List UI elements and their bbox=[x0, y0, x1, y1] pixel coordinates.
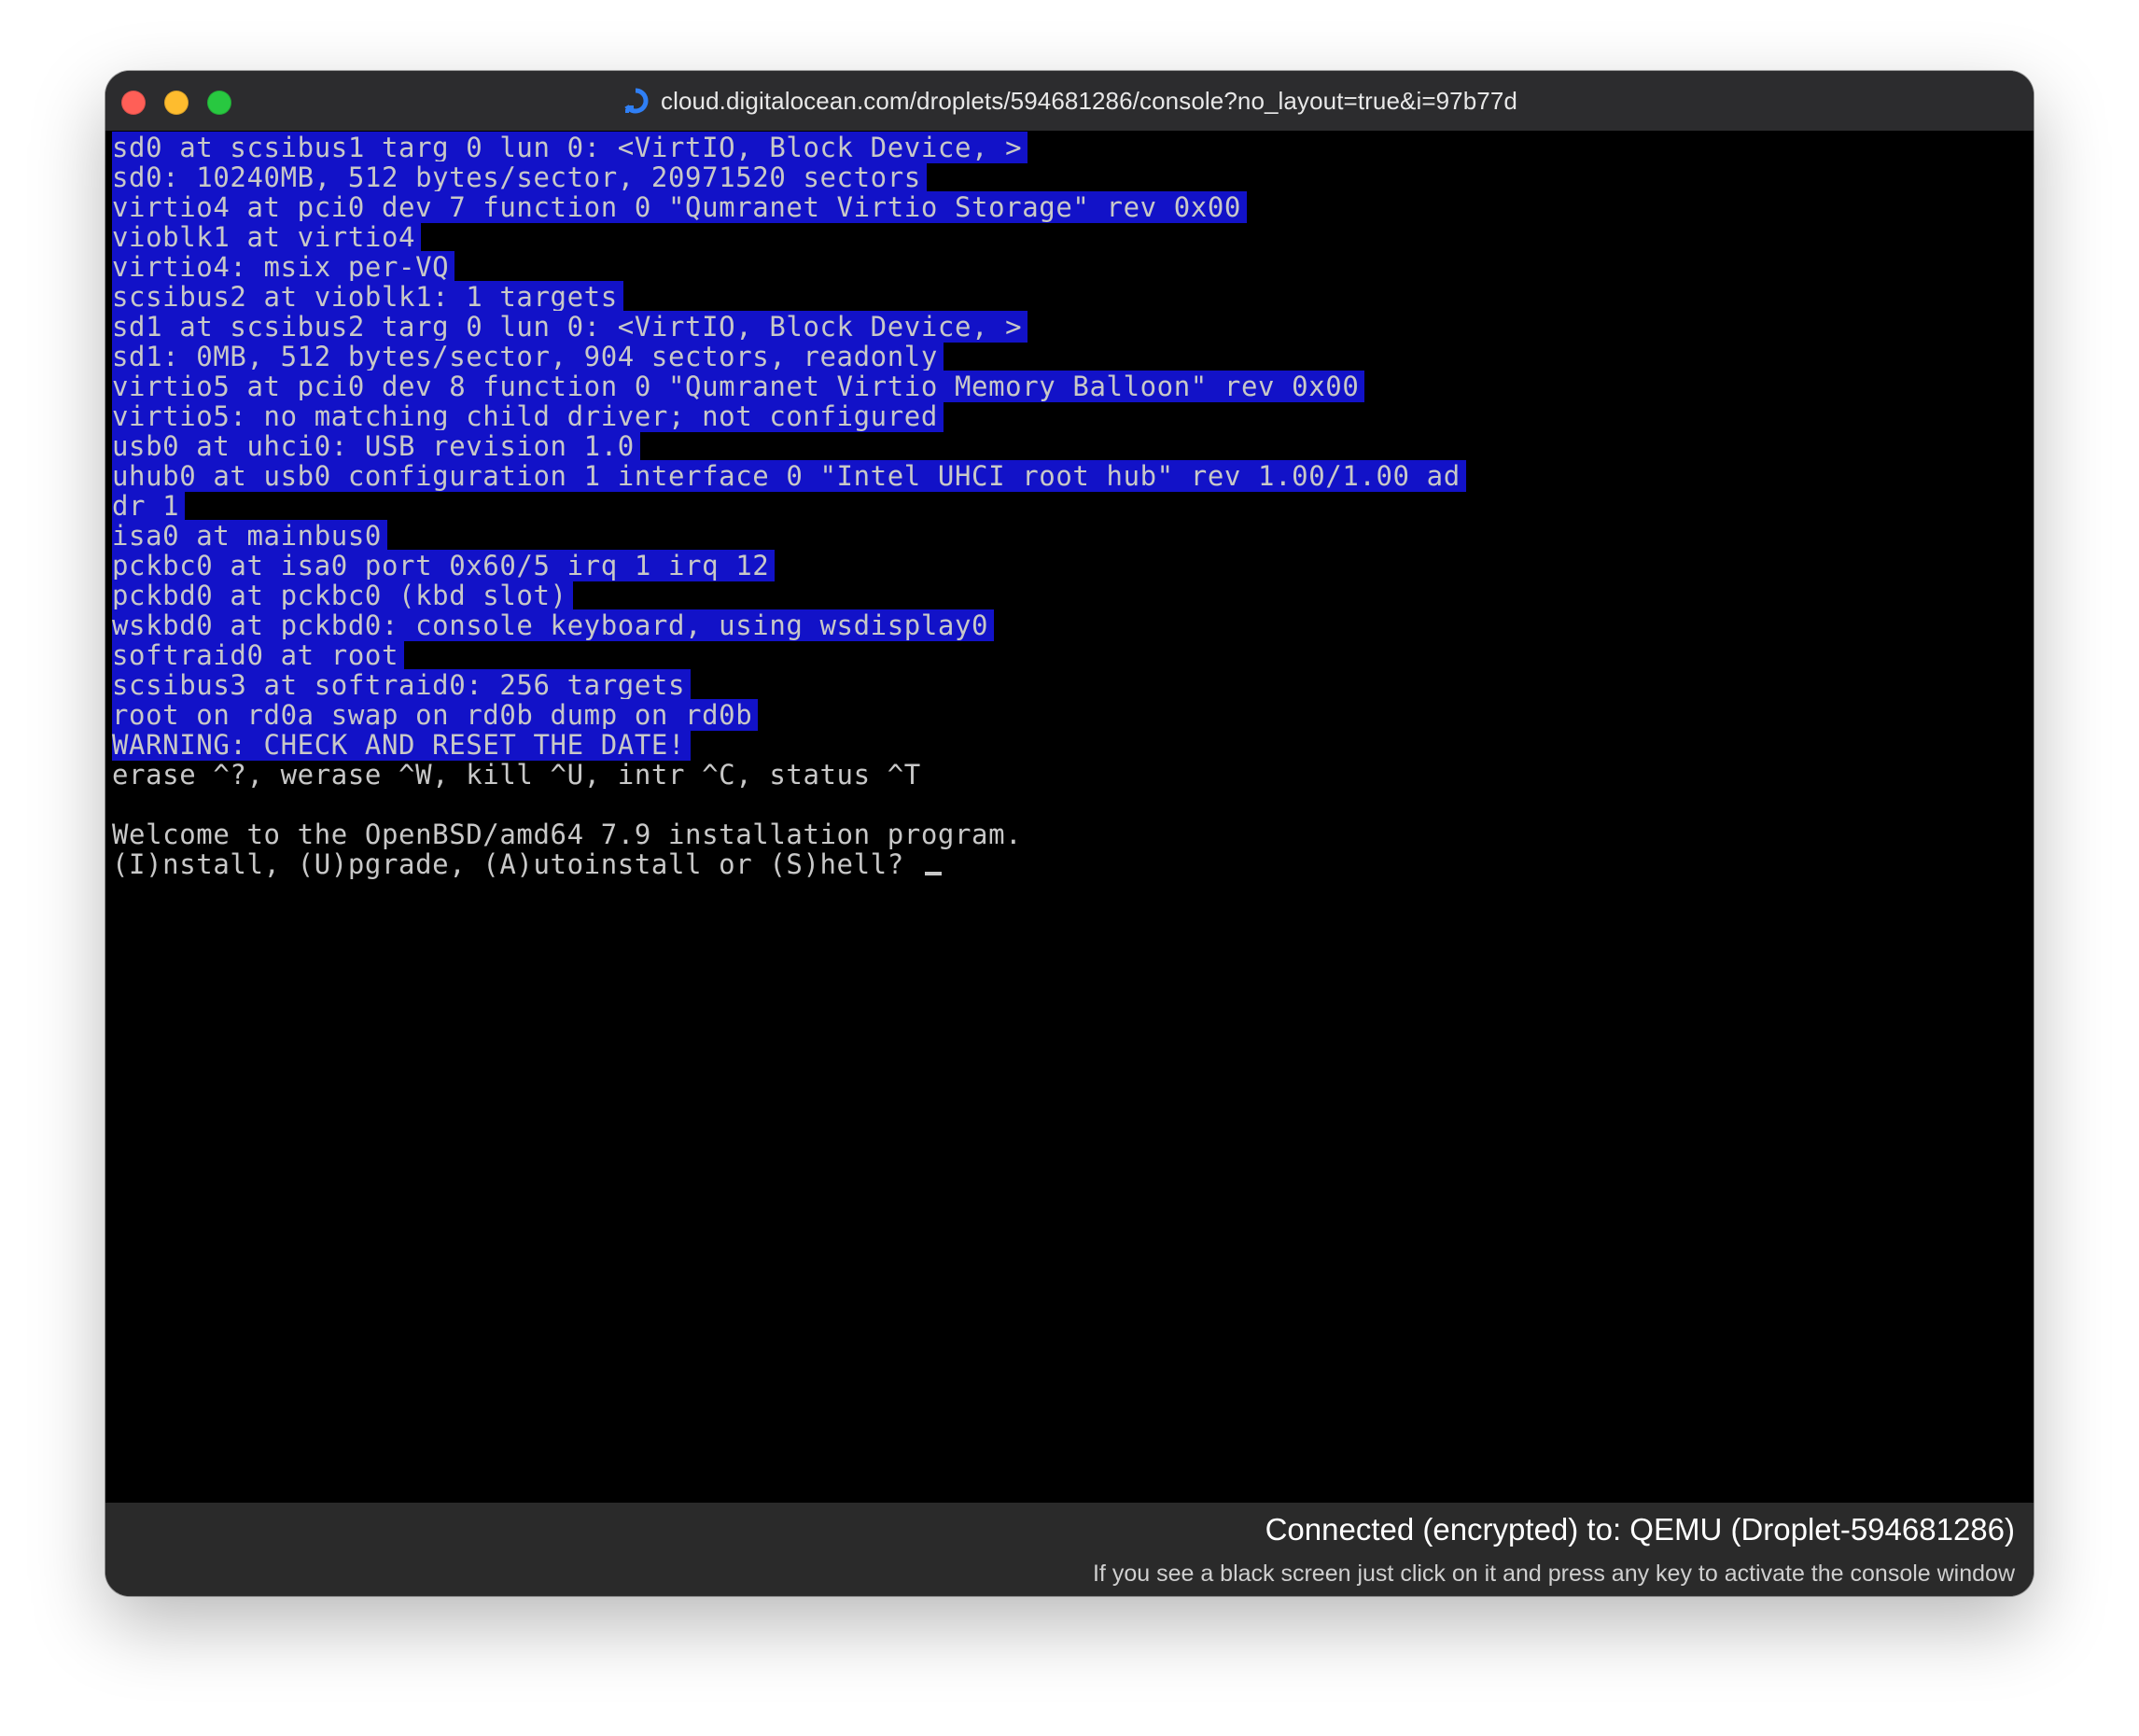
terminal-line: pckbd0 at pckbc0 (kbd slot) bbox=[112, 580, 1466, 611]
terminal-line: usb0 at uhci0: USB revision 1.0 bbox=[112, 430, 1466, 462]
terminal-line: scsibus2 at vioblk1: 1 targets bbox=[112, 281, 1466, 313]
connection-status: Connected (encrypted) to: QEMU (Droplet-… bbox=[1265, 1512, 2015, 1547]
title-bar[interactable]: cloud.digitalocean.com/droplets/59468128… bbox=[105, 71, 2034, 131]
console-window: cloud.digitalocean.com/droplets/59468128… bbox=[105, 71, 2034, 1596]
console-hint: If you see a black screen just click on … bbox=[1092, 1561, 2015, 1587]
terminal-line: vioblk1 at virtio4 bbox=[112, 221, 1466, 253]
terminal-line-text: vioblk1 at virtio4 bbox=[112, 221, 422, 253]
terminal-line-text: usb0 at uhci0: USB revision 1.0 bbox=[112, 430, 640, 462]
terminal-line: WARNING: CHECK AND RESET THE DATE! bbox=[112, 729, 1466, 761]
terminal-line: sd0 at scsibus1 targ 0 lun 0: <VirtIO, B… bbox=[112, 132, 1466, 163]
terminal-line: (I)nstall, (U)pgrade, (A)utoinstall or (… bbox=[112, 849, 1466, 879]
terminal-line-text: virtio5: no matching child driver; not c… bbox=[112, 400, 944, 432]
terminal-line-text: erase ^?, werase ^W, kill ^U, intr ^C, s… bbox=[112, 759, 921, 791]
terminal-cursor bbox=[924, 872, 942, 875]
terminal-line: virtio4: msix per-VQ bbox=[112, 251, 1466, 283]
terminal-line-text: sd1 at scsibus2 targ 0 lun 0: <VirtIO, B… bbox=[112, 311, 1028, 343]
terminal-line: dr 1 bbox=[112, 490, 1466, 522]
terminal-line-text: Welcome to the OpenBSD/amd64 7.9 install… bbox=[112, 819, 1023, 850]
terminal-line: virtio4 at pci0 dev 7 function 0 "Qumran… bbox=[112, 191, 1466, 223]
terminal-line-text: virtio5 at pci0 dev 8 function 0 "Qumran… bbox=[112, 371, 1365, 402]
digitalocean-loading-icon bbox=[622, 87, 650, 115]
terminal-line-text: sd0: 10240MB, 512 bytes/sector, 20971520… bbox=[112, 161, 927, 193]
connection-status-bar: Connected (encrypted) to: QEMU (Droplet-… bbox=[105, 1503, 2034, 1596]
terminal-line: Welcome to the OpenBSD/amd64 7.9 install… bbox=[112, 819, 1466, 849]
terminal-line-text: (I)nstall, (U)pgrade, (A)utoinstall or (… bbox=[112, 848, 921, 880]
terminal-line-text: sd1: 0MB, 512 bytes/sector, 904 sectors,… bbox=[112, 341, 944, 372]
terminal-line: erase ^?, werase ^W, kill ^U, intr ^C, s… bbox=[112, 760, 1466, 790]
terminal-line: pckbc0 at isa0 port 0x60/5 irq 1 irq 12 bbox=[112, 550, 1466, 581]
terminal-line: uhub0 at usb0 configuration 1 interface … bbox=[112, 460, 1466, 492]
terminal-line-text: pckbc0 at isa0 port 0x60/5 irq 1 irq 12 bbox=[112, 550, 776, 581]
window-title-group: cloud.digitalocean.com/droplets/59468128… bbox=[105, 71, 2034, 131]
terminal-line: softraid0 at root bbox=[112, 639, 1466, 671]
terminal-line-text: softraid0 at root bbox=[112, 639, 405, 671]
terminal-line: sd1: 0MB, 512 bytes/sector, 904 sectors,… bbox=[112, 341, 1466, 372]
terminal-line: virtio5: no matching child driver; not c… bbox=[112, 400, 1466, 432]
terminal-line: scsibus3 at softraid0: 256 targets bbox=[112, 669, 1466, 701]
terminal-line: sd1 at scsibus2 targ 0 lun 0: <VirtIO, B… bbox=[112, 311, 1466, 343]
terminal-line-text: uhub0 at usb0 configuration 1 interface … bbox=[112, 460, 1466, 492]
terminal-line-text: pckbd0 at pckbc0 (kbd slot) bbox=[112, 580, 573, 611]
terminal-line-text: virtio4 at pci0 dev 7 function 0 "Qumran… bbox=[112, 191, 1247, 223]
terminal-line: root on rd0a swap on rd0b dump on rd0b bbox=[112, 699, 1466, 731]
terminal-line: isa0 at mainbus0 bbox=[112, 520, 1466, 552]
terminal-line-text: root on rd0a swap on rd0b dump on rd0b bbox=[112, 699, 759, 731]
terminal-line-text: virtio4: msix per-VQ bbox=[112, 251, 455, 283]
terminal-line-text: scsibus3 at softraid0: 256 targets bbox=[112, 669, 692, 701]
terminal-line: virtio5 at pci0 dev 8 function 0 "Qumran… bbox=[112, 371, 1466, 402]
terminal-line-text: WARNING: CHECK AND RESET THE DATE! bbox=[112, 729, 692, 761]
window-title: cloud.digitalocean.com/droplets/59468128… bbox=[661, 86, 1517, 115]
terminal-output: sd0 at scsibus1 targ 0 lun 0: <VirtIO, B… bbox=[112, 132, 1466, 879]
terminal-line: sd0: 10240MB, 512 bytes/sector, 20971520… bbox=[112, 161, 1466, 193]
terminal-line-text: dr 1 bbox=[112, 490, 186, 522]
terminal-line-text: sd0 at scsibus1 targ 0 lun 0: <VirtIO, B… bbox=[112, 132, 1028, 163]
terminal-line-text: scsibus2 at vioblk1: 1 targets bbox=[112, 281, 623, 313]
console-screen[interactable]: sd0 at scsibus1 targ 0 lun 0: <VirtIO, B… bbox=[105, 131, 2034, 1574]
terminal-line: wskbd0 at pckbd0: console keyboard, usin… bbox=[112, 609, 1466, 641]
terminal-line-text: isa0 at mainbus0 bbox=[112, 520, 387, 552]
terminal-line-text: wskbd0 at pckbd0: console keyboard, usin… bbox=[112, 609, 995, 641]
